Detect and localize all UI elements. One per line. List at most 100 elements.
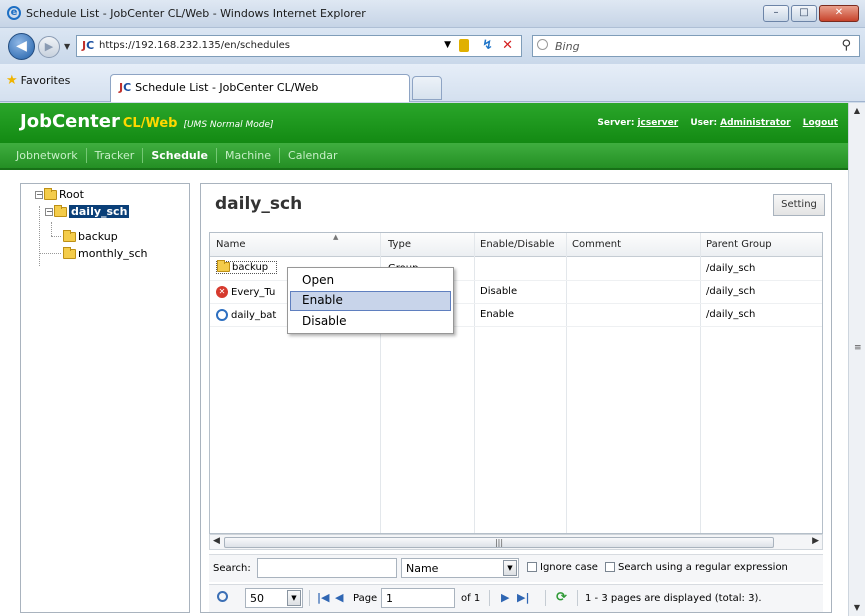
lock-icon[interactable]: [459, 39, 469, 52]
user-link[interactable]: Administrator: [720, 118, 790, 128]
ie-logo-icon: e: [7, 6, 21, 20]
column-header-name[interactable]: Name: [216, 239, 246, 250]
tree-node-root[interactable]: − Root: [35, 188, 84, 201]
row-parent: /daily_sch: [706, 309, 756, 320]
address-dropdown-icon[interactable]: ▼: [444, 40, 451, 50]
page-number-input[interactable]: 1: [381, 588, 455, 608]
toolbar-separator: [309, 590, 310, 606]
tree-connector: [51, 236, 61, 237]
menu-item-open[interactable]: Open: [290, 271, 451, 291]
tree-node-backup[interactable]: backup: [63, 230, 118, 243]
menu-item-enable[interactable]: Enable: [290, 291, 451, 311]
page-label: Page: [353, 593, 378, 604]
row-parent: /daily_sch: [706, 263, 756, 274]
favorites-button[interactable]: ★ Favorites: [6, 73, 70, 88]
scroll-right-icon[interactable]: ▶: [812, 536, 819, 546]
server-label: Server:: [597, 118, 635, 128]
tree-node-daily-sch[interactable]: − daily_sch: [45, 205, 130, 218]
folder-icon: [63, 230, 76, 242]
site-icon: JC: [82, 39, 95, 52]
column-header-enable[interactable]: Enable/Disable: [480, 239, 555, 250]
folder-open-icon: [54, 205, 67, 217]
window-title: Schedule List - JobCenter CL/Web - Windo…: [26, 7, 366, 20]
previous-page-icon[interactable]: ◀: [335, 591, 343, 604]
new-tab-button[interactable]: [412, 76, 442, 100]
page-vertical-scrollbar[interactable]: ▲ ≡ ▼: [848, 103, 865, 616]
collapse-icon[interactable]: −: [45, 208, 53, 216]
refresh-icon[interactable]: ↯: [482, 38, 493, 53]
server-link[interactable]: jcserver: [637, 118, 678, 128]
menu-machine[interactable]: Machine: [217, 148, 281, 163]
row-name-cell: backup: [216, 260, 278, 274]
regex-option[interactable]: Search using a regular expression: [605, 562, 788, 573]
tree-node-monthly-sch[interactable]: monthly_sch: [63, 247, 148, 260]
stop-icon[interactable]: ✕: [502, 38, 513, 53]
folder-icon: [217, 260, 230, 272]
row-name: daily_bat: [231, 310, 277, 321]
grid-horizontal-scrollbar[interactable]: ◀ ||| ▶: [209, 534, 823, 550]
menu-jobnetwork[interactable]: Jobnetwork: [8, 148, 87, 163]
column-header-parent[interactable]: Parent Group: [706, 239, 772, 250]
scroll-down-icon[interactable]: ▼: [849, 600, 865, 616]
scroll-up-icon[interactable]: ▲: [849, 103, 865, 119]
back-button[interactable]: ◀: [8, 33, 35, 60]
tree-connector: [39, 206, 40, 266]
last-page-icon[interactable]: ▶|: [517, 591, 529, 604]
tab-title: Schedule List - JobCenter CL/Web: [135, 81, 319, 94]
app-header: JobCenter CL/Web [UMS Normal Mode] Server:…: [0, 103, 848, 143]
setting-button[interactable]: Setting: [773, 194, 825, 216]
app-brand: JobCenter CL/Web [UMS Normal Mode]: [20, 111, 274, 132]
toolbar-separator: [577, 590, 578, 606]
address-url[interactable]: https://192.168.232.135/en/schedules: [99, 40, 290, 51]
menu-calendar[interactable]: Calendar: [280, 148, 345, 163]
scroll-thumb[interactable]: |||: [224, 537, 774, 548]
next-page-icon[interactable]: ▶: [501, 591, 509, 604]
brand-suffix: CL/Web: [122, 116, 178, 131]
tree-connector: [39, 253, 61, 254]
scroll-grip-icon[interactable]: ≡: [854, 343, 862, 353]
page-number-value: 1: [386, 592, 393, 605]
close-button[interactable]: ✕: [819, 5, 859, 22]
menu-tracker[interactable]: Tracker: [87, 148, 144, 163]
row-name: Every_Tu: [231, 287, 276, 298]
browser-tab[interactable]: JC Schedule List - JobCenter CL/Web: [110, 74, 410, 102]
recent-pages-dropdown[interactable]: ▼: [64, 42, 70, 51]
magnifier-icon[interactable]: [217, 591, 228, 602]
ignore-case-option[interactable]: Ignore case: [527, 562, 598, 573]
row-enable: Enable: [480, 309, 515, 320]
reload-icon[interactable]: ⟳: [556, 590, 567, 605]
folder-open-icon: [44, 188, 57, 200]
forward-button[interactable]: ▶: [38, 36, 60, 58]
search-icon[interactable]: ⚲: [841, 38, 851, 53]
minimize-button[interactable]: –: [763, 5, 789, 22]
tree-label-backup: backup: [78, 230, 118, 243]
search-input[interactable]: [257, 558, 397, 578]
scroll-left-icon[interactable]: ◀: [213, 536, 220, 546]
browser-search-box[interactable]: Bing ⚲: [532, 35, 860, 57]
regex-checkbox[interactable]: [605, 562, 615, 572]
paging-info: 1 - 3 pages are displayed (total: 3).: [585, 593, 762, 604]
column-header-type[interactable]: Type: [388, 239, 411, 250]
column-header-comment[interactable]: Comment: [572, 239, 621, 250]
collapse-icon[interactable]: −: [35, 191, 43, 199]
tree-label-root: Root: [59, 188, 84, 201]
ignore-case-checkbox[interactable]: [527, 562, 537, 572]
window-titlebar: e Schedule List - JobCenter CL/Web - Win…: [0, 0, 865, 28]
menu-schedule[interactable]: Schedule: [143, 148, 217, 163]
search-field-select[interactable]: Name ▼: [401, 558, 519, 578]
user-label: User:: [690, 118, 718, 128]
chevron-down-icon[interactable]: ▼: [287, 590, 301, 606]
page-size-select[interactable]: 50 ▼: [245, 588, 303, 608]
pagination-toolbar: 50 ▼ |◀ ◀ Page 1 of 1 ▶ ▶| ⟳ 1 - 3 pages…: [209, 584, 823, 612]
page-size-value: 50: [250, 592, 264, 605]
chevron-down-icon[interactable]: ▼: [503, 560, 517, 576]
menu-item-disable[interactable]: Disable: [290, 312, 451, 332]
row-enable: Disable: [480, 286, 518, 297]
first-page-icon[interactable]: |◀: [317, 591, 329, 604]
logout-link[interactable]: Logout: [803, 118, 838, 128]
tree-connector: [51, 222, 52, 236]
navigation-bar: ◀ ▶ ▼ JC https://192.168.232.135/en/sche…: [0, 28, 865, 64]
favorites-label: Favorites: [20, 74, 71, 87]
address-bar[interactable]: JC https://192.168.232.135/en/schedules …: [76, 35, 522, 57]
maximize-button[interactable]: □: [791, 5, 817, 22]
